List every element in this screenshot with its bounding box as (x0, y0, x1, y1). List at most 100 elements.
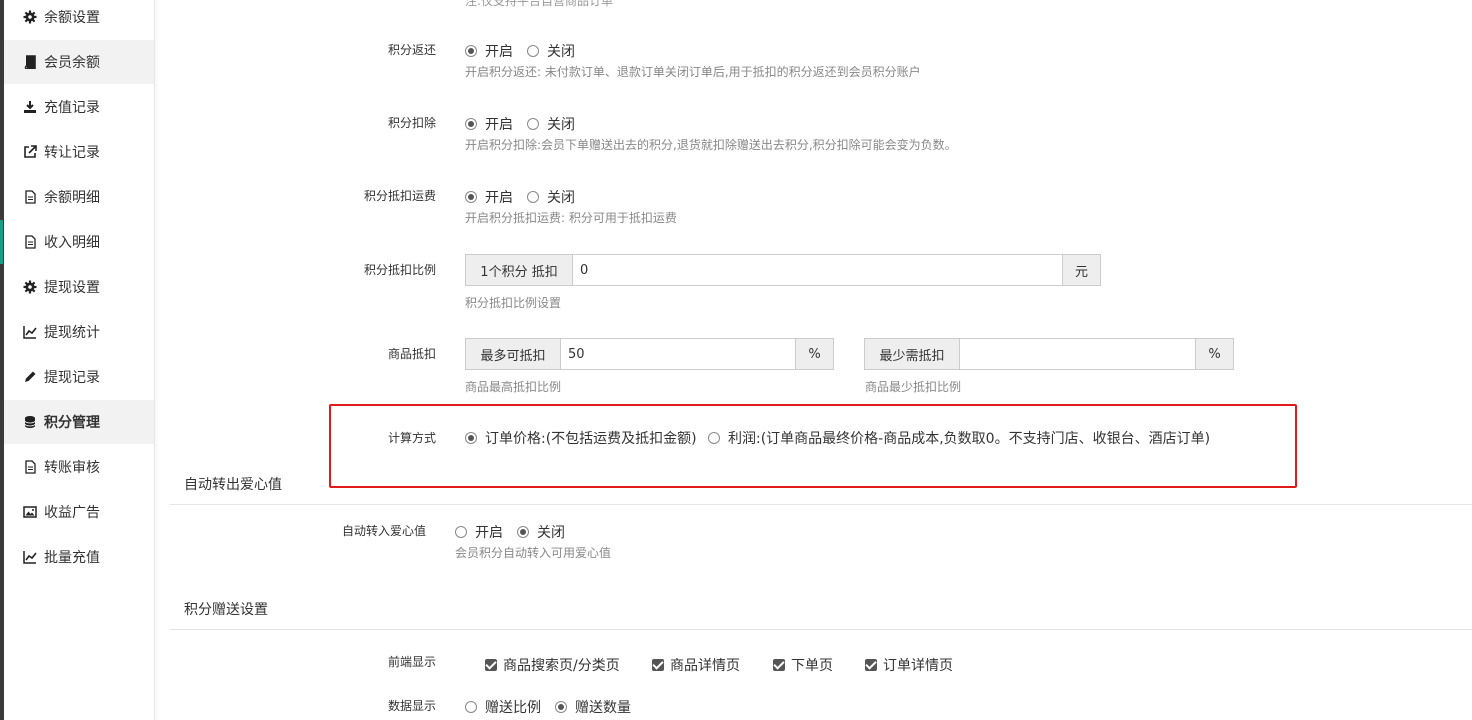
sidebar-item-label: 提现统计 (44, 325, 100, 341)
data-display-amount-radio[interactable]: 赠送数量 (555, 697, 631, 717)
checkbox-checked-icon (652, 659, 664, 671)
frontend-display-order-detail-checkbox[interactable]: 订单详情页 (865, 655, 953, 675)
section-divider (170, 629, 1472, 630)
sidebar-item-member-balance[interactable]: 会员余额 (4, 40, 154, 84)
pencil-icon (22, 369, 38, 385)
goods-min-deduct-hint: 商品最少抵扣比例 (865, 380, 962, 394)
sidebar-item-label: 转账审核 (44, 460, 100, 476)
auto-transfer-on-radio[interactable]: 开启 (455, 522, 503, 542)
data-display-ratio-radio[interactable]: 赠送比例 (465, 697, 541, 717)
sidebar-item-label: 收益广告 (44, 505, 100, 521)
points-ratio-input[interactable] (573, 255, 1062, 285)
calc-method-profit-radio[interactable]: 利润:(订单商品最终价格-商品成本,负数取0。不支持门店、收银台、酒店订单) (708, 428, 1210, 448)
points-return-on-radio[interactable]: 开启 (465, 41, 513, 61)
points-deduct-label: 积分扣除 (387, 116, 436, 130)
frontend-display-label: 前端显示 (387, 655, 436, 669)
book-icon (22, 54, 38, 70)
frontend-display-detail-checkbox[interactable]: 商品详情页 (652, 655, 740, 675)
points-return-hint: 开启积分返还: 未付款订单、退款订单关闭订单后,用于抵扣的积分返还到会员积分账户 (465, 65, 921, 79)
frontend-display-search-checkbox[interactable]: 商品搜索页/分类页 (485, 655, 620, 675)
sidebar-item-label: 会员余额 (44, 55, 100, 71)
radio-checked-icon (517, 526, 529, 538)
sidebar: 余额设置 会员余额 充值记录 转让记录 余额明细 收入明细 提现设置 提现统计 … (0, 0, 155, 720)
sidebar-item-balance-details[interactable]: 余额明细 (4, 175, 154, 219)
radio-checked-icon (465, 432, 477, 444)
radio-unchecked-icon (455, 526, 467, 538)
points-return-label: 积分返还 (387, 43, 436, 57)
sidebar-item-withdraw-records[interactable]: 提现记录 (4, 355, 154, 399)
line-chart-icon (22, 324, 38, 340)
auto-transfer-hint: 会员积分自动转入可用爱心值 (455, 546, 612, 560)
sidebar-item-withdraw-settings[interactable]: 提现设置 (4, 265, 154, 309)
points-ratio-hint: 积分抵扣比例设置 (465, 296, 562, 310)
goods-max-deduct-input[interactable] (561, 339, 795, 369)
section-title-points-gift: 积分赠送设置 (184, 602, 268, 618)
goods-min-deduct-input-group: 最少需抵扣 % (864, 338, 1234, 370)
points-ratio-suffix: 元 (1062, 255, 1100, 285)
points-return-off-radio[interactable]: 关闭 (527, 41, 575, 61)
database-icon (22, 414, 38, 430)
frontend-display-checkout-checkbox[interactable]: 下单页 (773, 655, 833, 675)
radio-checked-icon (465, 191, 477, 203)
gear-icon (22, 279, 38, 295)
section-title-love-value: 自动转出爱心值 (184, 477, 282, 493)
goods-deduct-label: 商品抵扣 (387, 347, 436, 361)
sidebar-item-label: 余额明细 (44, 190, 100, 206)
gear-icon (22, 9, 38, 25)
goods-min-deduct-prefix: 最少需抵扣 (865, 339, 960, 369)
auto-transfer-off-radio[interactable]: 关闭 (517, 522, 565, 542)
points-ratio-input-group: 1个积分 抵扣 元 (465, 254, 1101, 286)
document-icon (22, 234, 38, 250)
sidebar-item-income-details[interactable]: 收入明细 (0, 220, 154, 264)
sidebar-item-transfer-records[interactable]: 转让记录 (4, 130, 154, 174)
section-divider (170, 504, 1472, 505)
sidebar-item-points-management[interactable]: 积分管理 (4, 400, 154, 444)
points-shipping-hint: 开启积分抵扣运费: 积分可用于抵扣运费 (465, 211, 677, 225)
points-ratio-label: 积分抵扣比例 (363, 263, 436, 277)
radio-checked-icon (555, 701, 567, 713)
goods-max-deduct-input-group: 最多可抵扣 % (465, 338, 834, 370)
radio-unchecked-icon (708, 432, 720, 444)
points-deduct-on-radio[interactable]: 开启 (465, 114, 513, 134)
sidebar-item-revenue-ads[interactable]: 收益广告 (4, 490, 154, 534)
radio-unchecked-icon (527, 191, 539, 203)
download-icon (22, 99, 38, 115)
calc-method-order-price-radio[interactable]: 订单价格:(不包括运费及抵扣金额) (465, 428, 697, 448)
points-ratio-prefix: 1个积分 抵扣 (466, 255, 573, 285)
sidebar-item-transfer-review[interactable]: 转账审核 (4, 445, 154, 489)
goods-min-deduct-input[interactable] (960, 339, 1195, 369)
sidebar-item-label: 转让记录 (44, 145, 100, 161)
document-icon (22, 459, 38, 475)
sidebar-item-batch-recharge[interactable]: 批量充值 (4, 535, 154, 579)
sidebar-item-balance-settings[interactable]: 余额设置 (4, 0, 154, 39)
radio-unchecked-icon (527, 118, 539, 130)
sidebar-item-label: 批量充值 (44, 550, 100, 566)
cut-off-hint: 注:仅支持平台自营商品订单 (465, 0, 614, 8)
checkbox-checked-icon (773, 659, 785, 671)
points-shipping-on-radio[interactable]: 开启 (465, 187, 513, 207)
sidebar-item-label: 充值记录 (44, 100, 100, 116)
checkbox-checked-icon (865, 659, 877, 671)
auto-transfer-label: 自动转入爱心值 (341, 524, 426, 538)
points-shipping-label: 积分抵扣运费 (363, 189, 436, 203)
image-icon (22, 504, 38, 520)
checkbox-checked-icon (485, 659, 497, 671)
sidebar-item-label: 积分管理 (44, 415, 100, 431)
points-deduct-hint: 开启积分扣除:会员下单赠送出去的积分,退货就扣除赠送出去积分,积分扣除可能会变为… (465, 138, 957, 152)
sidebar-item-label: 提现设置 (44, 280, 100, 296)
sidebar-item-withdraw-stats[interactable]: 提现统计 (4, 310, 154, 354)
sidebar-item-label: 余额设置 (44, 10, 100, 26)
external-link-icon (22, 144, 38, 160)
line-chart-icon (22, 549, 38, 565)
radio-unchecked-icon (465, 701, 477, 713)
radio-checked-icon (465, 118, 477, 130)
goods-max-deduct-hint: 商品最高抵扣比例 (465, 380, 562, 394)
goods-max-deduct-prefix: 最多可抵扣 (466, 339, 561, 369)
sidebar-item-label: 收入明细 (44, 235, 100, 251)
points-shipping-off-radio[interactable]: 关闭 (527, 187, 575, 207)
data-display-label: 数据显示 (387, 699, 436, 713)
calc-method-label: 计算方式 (387, 431, 436, 445)
goods-min-deduct-suffix: % (1195, 339, 1233, 369)
points-deduct-off-radio[interactable]: 关闭 (527, 114, 575, 134)
sidebar-item-recharge-records[interactable]: 充值记录 (4, 85, 154, 129)
